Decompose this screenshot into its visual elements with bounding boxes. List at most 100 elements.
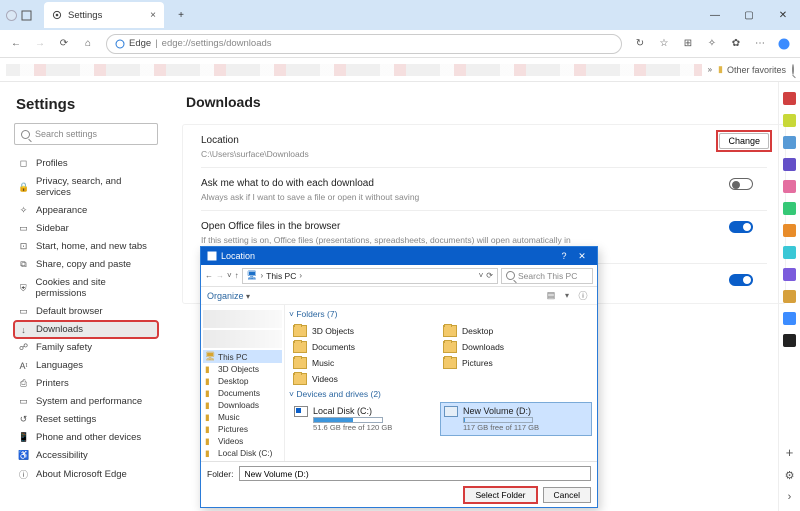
- app-menu-icon[interactable]: ⋯: [750, 34, 770, 54]
- tree-item-desktop[interactable]: ▮Desktop: [203, 375, 282, 387]
- workspace-icon[interactable]: [21, 10, 32, 21]
- tree-item-pictures[interactable]: ▮Pictures: [203, 423, 282, 435]
- sidebar-item-sidebar[interactable]: ▭Sidebar: [14, 220, 158, 237]
- drives-group-header[interactable]: Devices and drives (2): [289, 389, 591, 399]
- siderail-app-icon[interactable]: [783, 290, 796, 303]
- siderail-app-icon[interactable]: [783, 334, 796, 347]
- breadcrumb-refresh-icon[interactable]: ⟳: [486, 271, 493, 280]
- address-bar[interactable]: Edge | edge://settings/downloads: [106, 34, 622, 54]
- extensions-icon[interactable]: ✧: [702, 34, 722, 54]
- new-tab-button[interactable]: +: [170, 4, 192, 26]
- siderail-app-icon[interactable]: [783, 92, 796, 105]
- window-minimize-button[interactable]: —: [698, 10, 732, 21]
- sidebar-item-reset-settings[interactable]: ↺Reset settings: [14, 411, 158, 428]
- sidebar-item-about-microsoft-edge[interactable]: ⓘAbout Microsoft Edge: [14, 465, 158, 484]
- dialog-helpinfo-icon[interactable]: ⓘ: [575, 289, 591, 302]
- cancel-button[interactable]: Cancel: [543, 487, 591, 503]
- siderail-add-button[interactable]: +: [786, 445, 794, 460]
- view-dropdown-icon[interactable]: ▾: [559, 291, 575, 300]
- sidebar-item-share-copy-and-paste[interactable]: ⧉Share, copy and paste: [14, 256, 158, 273]
- showmenu-toggle[interactable]: [729, 274, 753, 286]
- siderail-app-icon[interactable]: [783, 246, 796, 259]
- organize-menu[interactable]: Organize ▾: [207, 291, 250, 301]
- siderail-app-icon[interactable]: [783, 158, 796, 171]
- close-tab-icon[interactable]: ×: [150, 10, 156, 21]
- siderail-app-icon[interactable]: [783, 312, 796, 325]
- dialog-up-button[interactable]: ↑: [235, 271, 239, 280]
- dialog-back-button[interactable]: ←: [205, 271, 213, 280]
- sidebar-item-languages[interactable]: AᵗLanguages: [14, 357, 158, 374]
- folder-input[interactable]: [239, 466, 591, 481]
- siderail-collapse-icon[interactable]: ›: [788, 491, 792, 503]
- drive-item-new-volume-d-[interactable]: New Volume (D:)117 GB free of 117 GB: [441, 403, 591, 435]
- folders-group-header[interactable]: Folders (7): [289, 309, 591, 319]
- sidebar-item-cookies-and-site-permissions[interactable]: ⛨Cookies and site permissions: [14, 274, 158, 302]
- dialog-recent-dropdown[interactable]: ˅: [227, 271, 232, 280]
- sidebar-item-system-and-performance[interactable]: ▭System and performance: [14, 393, 158, 410]
- drive-item-local-disk-c-[interactable]: Local Disk (C:)51.6 GB free of 120 GB: [291, 403, 441, 435]
- sidebar-item-profiles[interactable]: ◻Profiles: [14, 155, 158, 172]
- sidebar-item-start-home-and-new-tabs[interactable]: ⊡Start, home, and new tabs: [14, 238, 158, 255]
- view-toggle-icon[interactable]: ▤: [543, 290, 559, 301]
- siderail-app-icon[interactable]: [783, 114, 796, 127]
- folder-item-videos[interactable]: Videos: [291, 371, 441, 387]
- tree-item-videos[interactable]: ▮Videos: [203, 435, 282, 447]
- profile-avatar[interactable]: [774, 34, 794, 54]
- tree-item-music[interactable]: ▮Music: [203, 411, 282, 423]
- search-favorites-icon[interactable]: [792, 65, 794, 74]
- nav-icon: ☍: [18, 342, 29, 353]
- sidebar-item-downloads[interactable]: ↓Downloads: [14, 321, 158, 338]
- folder-item-3d-objects[interactable]: 3D Objects: [291, 323, 441, 339]
- shopping-icon[interactable]: ✿: [726, 34, 746, 54]
- siderail-app-icon[interactable]: [783, 224, 796, 237]
- back-button[interactable]: ←: [6, 34, 26, 54]
- favorites-icon[interactable]: ☆: [654, 34, 674, 54]
- browser-tab-settings[interactable]: Settings ×: [44, 2, 164, 28]
- tree-label: Documents: [218, 388, 260, 398]
- search-settings-input[interactable]: Search settings: [14, 123, 158, 145]
- askme-toggle[interactable]: [729, 178, 753, 190]
- window-close-button[interactable]: ✕: [766, 10, 800, 21]
- folder-item-documents[interactable]: Documents: [291, 339, 441, 355]
- select-folder-button[interactable]: Select Folder: [464, 487, 536, 503]
- sync-button[interactable]: ↻: [630, 34, 650, 54]
- sidebar-item-accessibility[interactable]: ♿Accessibility: [14, 447, 158, 464]
- office-toggle[interactable]: [729, 221, 753, 233]
- sidebar-item-phone-and-other-devices[interactable]: 📱Phone and other devices: [14, 429, 158, 446]
- sidebar-item-family-safety[interactable]: ☍Family safety: [14, 339, 158, 356]
- folder-item-desktop[interactable]: Desktop: [441, 323, 591, 339]
- siderail-app-icon[interactable]: [783, 136, 796, 149]
- tree-item-this-pc[interactable]: 🖥This PC: [203, 350, 282, 363]
- home-button[interactable]: ⌂: [78, 34, 98, 54]
- sidebar-item-privacy-search-and-services[interactable]: 🔒Privacy, search, and services: [14, 173, 158, 201]
- breadcrumb-dropdown-icon[interactable]: ˅: [479, 271, 484, 280]
- other-favorites-folder[interactable]: ▮ Other favorites: [718, 64, 786, 75]
- refresh-button[interactable]: ⟳: [54, 34, 74, 54]
- dialog-help-button[interactable]: ?: [555, 251, 573, 261]
- sidebar-item-printers[interactable]: ⎙Printers: [14, 375, 158, 392]
- siderail-app-icon[interactable]: [783, 202, 796, 215]
- tree-item-3d-objects[interactable]: ▮3D Objects: [203, 363, 282, 375]
- folder-item-downloads[interactable]: Downloads: [441, 339, 591, 355]
- folder-item-pictures[interactable]: Pictures: [441, 355, 591, 371]
- siderail-app-icon[interactable]: [783, 268, 796, 281]
- sidebar-item-appearance[interactable]: ✧Appearance: [14, 202, 158, 219]
- collections-icon[interactable]: ⊞: [678, 34, 698, 54]
- sidebar-item-default-browser[interactable]: ▭Default browser: [14, 303, 158, 320]
- bookmarks-overflow-icon[interactable]: »: [708, 65, 712, 74]
- tree-item-documents[interactable]: ▮Documents: [203, 387, 282, 399]
- folder-item-music[interactable]: Music: [291, 355, 441, 371]
- dialog-breadcrumb-bar[interactable]: 🖥 › This PC › ˅ ⟳: [242, 268, 498, 284]
- window-maximize-button[interactable]: ▢: [732, 10, 766, 21]
- tree-item-local-disk-c-[interactable]: ▮Local Disk (C:): [203, 447, 282, 459]
- nav-icon: ⛨: [18, 283, 29, 294]
- dialog-forward-button[interactable]: →: [216, 271, 224, 280]
- forward-button[interactable]: →: [30, 34, 50, 54]
- dialog-close-button[interactable]: ✕: [573, 251, 591, 262]
- siderail-app-icon[interactable]: [783, 180, 796, 193]
- dialog-search-input[interactable]: Search This PC: [501, 268, 593, 284]
- profile-icon[interactable]: [6, 10, 17, 21]
- siderail-settings-icon[interactable]: ⚙: [785, 469, 795, 482]
- change-location-button[interactable]: Change: [719, 133, 769, 149]
- tree-item-downloads[interactable]: ▮Downloads: [203, 399, 282, 411]
